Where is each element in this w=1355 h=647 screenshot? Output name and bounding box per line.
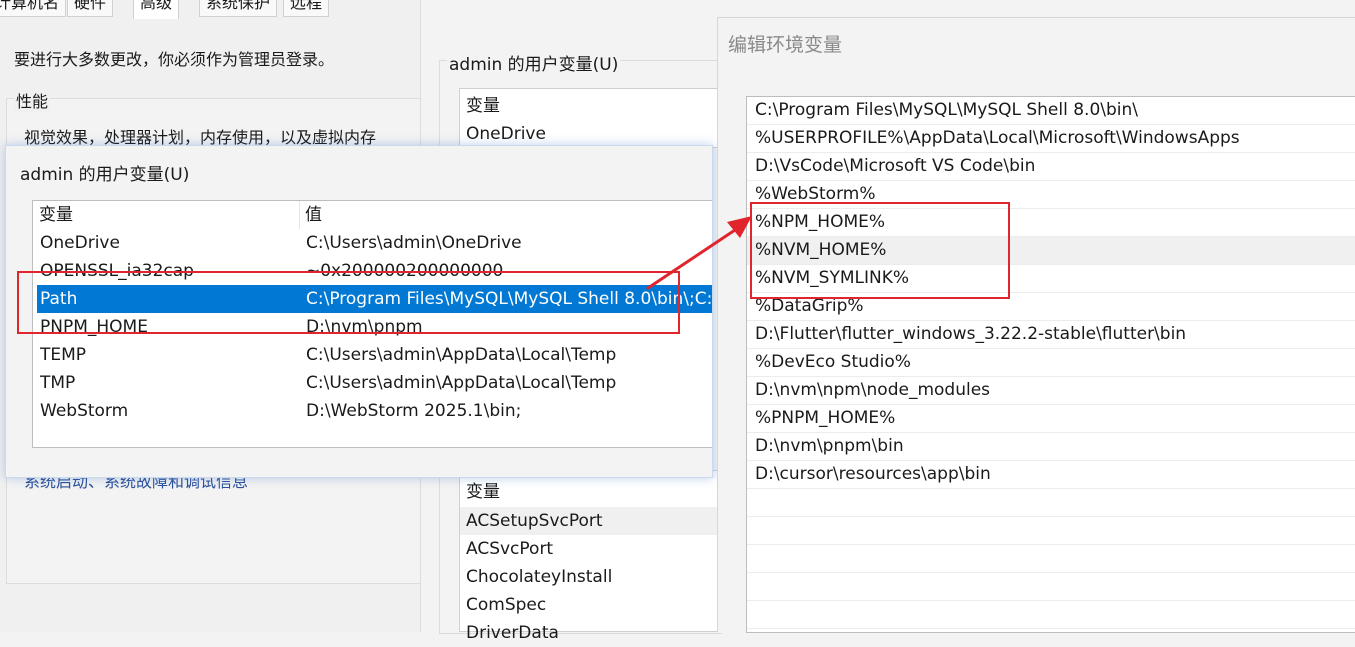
annotation-arrow (646, 216, 752, 290)
